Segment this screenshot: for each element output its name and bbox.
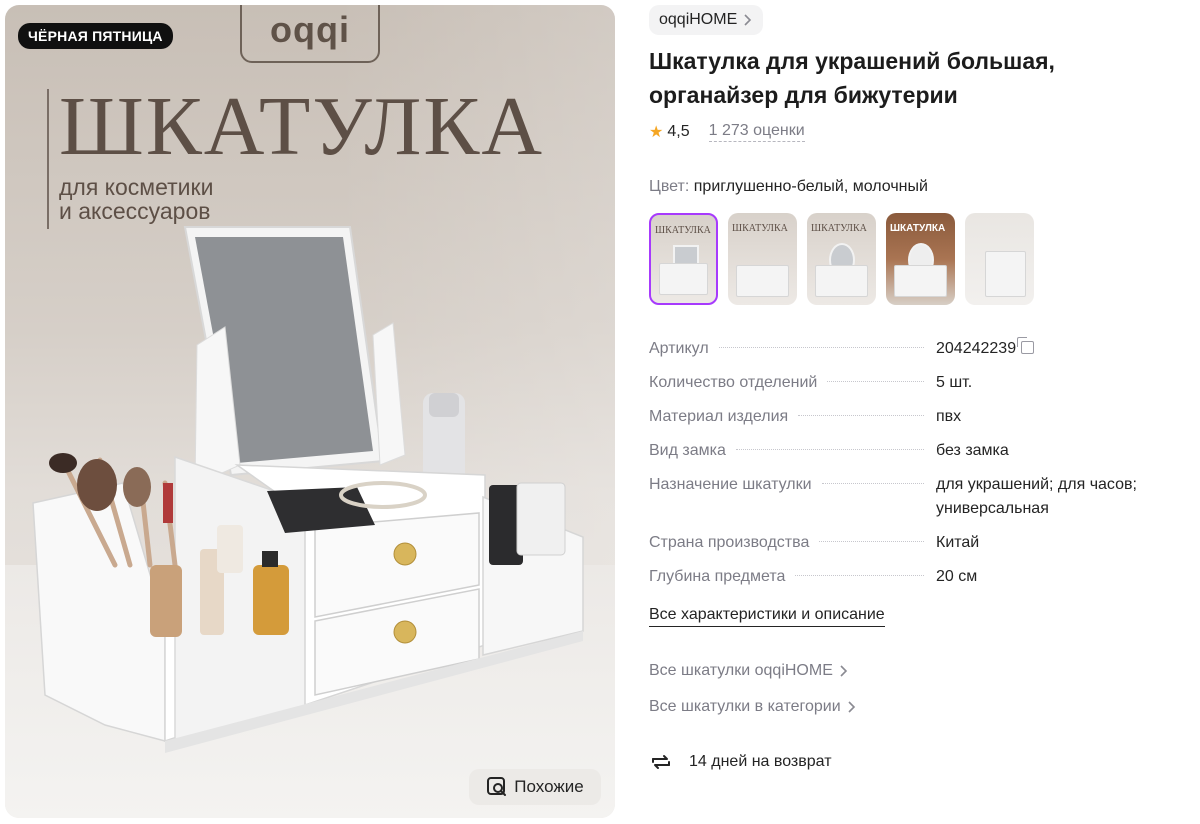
variant-thumbnail[interactable]	[965, 213, 1034, 305]
thumbnail-organizer	[894, 265, 947, 297]
seller-name: oqqiHOME	[659, 11, 738, 28]
spec-leader	[718, 347, 924, 348]
spec-key: Материал изделия	[649, 408, 789, 425]
spec-key: Глубина предмета	[649, 568, 786, 585]
black-friday-badge: ЧЁРНАЯ ПЯТНИЦА	[18, 23, 173, 49]
spec-value: 204242239	[936, 340, 1017, 357]
spec-row: Страна производства Китай	[649, 531, 1169, 555]
spec-key: Вид замка	[649, 442, 726, 459]
similar-button[interactable]: Похожие	[469, 769, 601, 805]
chevron-right-icon	[744, 14, 752, 26]
thumbnail-organizer	[659, 263, 708, 295]
all-specs-link[interactable]: Все характеристики и описание	[649, 604, 885, 627]
spec-row: Артикул 204242239	[649, 337, 1169, 361]
similar-button-label: Похожие	[514, 777, 584, 796]
all-seller-items-label: Все шкатулки oqqiHOME	[649, 662, 833, 679]
return-policy: 14 дней на возврат	[649, 750, 832, 774]
thumbnail-caption: ШКАТУЛКА	[655, 225, 711, 236]
color-selection: Цвет: приглушенно-белый, молочный	[649, 178, 928, 196]
all-category-items-label: Все шкатулки в категории	[649, 698, 841, 715]
all-category-items-link[interactable]: Все шкатулки в категории	[649, 698, 857, 716]
thumbnail-organizer	[815, 265, 868, 297]
spec-key: Назначение шкатулки	[649, 476, 812, 493]
color-label: Цвет:	[649, 178, 690, 195]
spec-row: Материал изделия пвх	[649, 405, 1169, 429]
spec-leader	[827, 381, 924, 382]
spec-value: 20 см	[936, 568, 978, 585]
thumbnail-caption: ШКАТУЛКА	[811, 223, 867, 234]
spec-value: для украшений; для часов; универсальная	[936, 476, 1137, 517]
spec-leader	[795, 575, 924, 576]
spec-key: Количество отделений	[649, 374, 818, 391]
seller-link[interactable]: oqqiHOME	[649, 5, 764, 35]
spec-row: Количество отделений 5 шт.	[649, 371, 1169, 395]
copy-icon[interactable]	[1017, 337, 1035, 354]
return-arrows-icon	[652, 755, 670, 769]
spec-value: 5 шт.	[936, 374, 973, 391]
variant-thumbnail[interactable]: ШКАТУЛКА	[807, 213, 876, 305]
color-variant-thumbnails: ШКАТУЛКА ШКАТУЛКА ШКАТУЛКА ШКАТУЛКА	[649, 213, 1034, 305]
thumbnail-caption: ШКАТУЛКА	[890, 223, 946, 234]
ratings-count-link[interactable]: 1 273 оценки	[708, 122, 805, 142]
spec-value: Китай	[936, 534, 980, 551]
product-rating: ★ 4,5 1 273 оценки	[649, 122, 805, 142]
spec-key: Артикул	[649, 340, 709, 357]
variant-thumbnail[interactable]: ШКАТУЛКА	[886, 213, 955, 305]
spec-leader	[735, 449, 924, 450]
spec-value: без замка	[936, 442, 1009, 459]
color-value: приглушенно-белый, молочный	[693, 178, 928, 195]
product-main-image[interactable]: oqqi ШКАТУЛКА для косметики и аксессуаро…	[5, 5, 615, 818]
chevron-right-icon	[848, 701, 855, 713]
spec-row: Назначение шкатулки для украшений; для ч…	[649, 473, 1169, 521]
return-policy-text: 14 дней на возврат	[689, 753, 832, 770]
chevron-right-icon	[840, 665, 848, 677]
spec-leader	[798, 415, 924, 416]
spec-leader	[821, 483, 924, 484]
image-search-icon	[487, 777, 507, 796]
thumbnail-caption: ШКАТУЛКА	[732, 223, 788, 234]
product-title: Шкатулка для украшений большая, органайз…	[649, 48, 1055, 108]
organizer-illustration	[32, 226, 584, 753]
star-icon: ★	[649, 124, 664, 141]
spec-row: Вид замка без замка	[649, 439, 1169, 463]
variant-thumbnail[interactable]: ШКАТУЛКА	[728, 213, 797, 305]
thumbnail-organizer	[736, 265, 789, 297]
thumbnail-organizer	[985, 251, 1026, 297]
rating-value: 4,5	[667, 123, 690, 140]
variant-thumbnail[interactable]: ШКАТУЛКА	[649, 213, 718, 305]
specs-table: Артикул 204242239 Количество отделений 5…	[649, 337, 1169, 599]
all-seller-items-link[interactable]: Все шкатулки oqqiHOME	[649, 662, 849, 680]
spec-leader	[819, 541, 924, 542]
spec-row: Глубина предмета 20 см	[649, 565, 1169, 589]
spec-value: пвх	[936, 408, 962, 425]
spec-key: Страна производства	[649, 534, 810, 551]
